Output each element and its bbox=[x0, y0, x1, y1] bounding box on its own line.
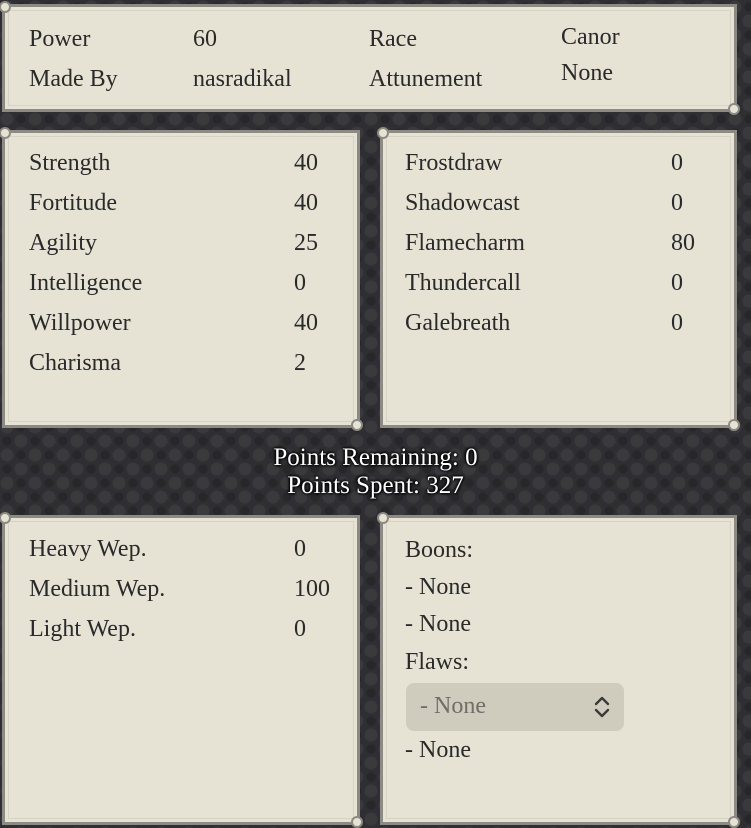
attunement-stat-value: 0 bbox=[671, 190, 683, 216]
weapon-label: Medium Wep. bbox=[29, 576, 166, 602]
stat-label: Willpower bbox=[29, 310, 131, 336]
flaws-heading: Flaws: bbox=[405, 649, 470, 675]
attunement-label: Attunement bbox=[369, 66, 483, 92]
stat-value: 40 bbox=[294, 150, 318, 176]
attunement-stat-label: Shadowcast bbox=[405, 190, 520, 216]
chevron-up-down-icon bbox=[594, 696, 610, 718]
made-by-value: nasradikal bbox=[193, 66, 292, 92]
attunement-stat-value: 0 bbox=[671, 310, 683, 336]
attunements-panel: Frostdraw 0 Shadowcast 0 Flamecharm 80 T… bbox=[377, 127, 740, 431]
points-remaining: Points Remaining: 0 bbox=[273, 444, 478, 471]
weapon-value: 100 bbox=[294, 576, 330, 602]
weapons-panel: Heavy Wep. 0 Medium Wep. 100 Light Wep. … bbox=[0, 512, 363, 828]
stat-value: 25 bbox=[294, 230, 318, 256]
stat-label: Charisma bbox=[29, 350, 121, 376]
weapon-label: Heavy Wep. bbox=[29, 536, 147, 562]
attunement-stat-label: Flamecharm bbox=[405, 230, 525, 256]
boons-heading: Boons: bbox=[405, 537, 474, 563]
stat-label: Intelligence bbox=[29, 270, 143, 296]
attunement-stat-label: Thundercall bbox=[405, 270, 521, 296]
attunement-stat-label: Galebreath bbox=[405, 310, 511, 336]
build-info-panel: Power 60 Race Canor Made By nasradikal A… bbox=[0, 1, 740, 115]
stat-value: 0 bbox=[294, 270, 306, 296]
points-spent: Points Spent: 327 bbox=[287, 472, 464, 499]
attunement-stat-value: 0 bbox=[671, 150, 683, 176]
weapon-label: Light Wep. bbox=[29, 616, 136, 642]
power-label: Power bbox=[29, 26, 91, 52]
weapon-value: 0 bbox=[294, 616, 306, 642]
flaw-item: - None bbox=[405, 737, 471, 763]
boon-item: - None bbox=[405, 574, 471, 600]
attunement-stat-label: Frostdraw bbox=[405, 150, 503, 176]
race-label: Race bbox=[369, 26, 417, 52]
boon-item: - None bbox=[405, 611, 471, 637]
race-value: Canor bbox=[561, 24, 620, 50]
made-by-label: Made By bbox=[29, 66, 118, 92]
power-value: 60 bbox=[193, 26, 217, 52]
stat-label: Strength bbox=[29, 150, 111, 176]
boons-flaws-panel: Boons: - None - None Flaws: - None - Non… bbox=[377, 512, 740, 828]
flaw-select[interactable]: - None bbox=[406, 683, 624, 731]
attunement-value: None bbox=[561, 60, 613, 86]
stat-value: 40 bbox=[294, 310, 318, 336]
attunement-stat-value: 0 bbox=[671, 270, 683, 296]
stat-value: 2 bbox=[294, 350, 306, 376]
weapon-value: 0 bbox=[294, 536, 306, 562]
stat-value: 40 bbox=[294, 190, 318, 216]
stat-label: Agility bbox=[29, 230, 98, 256]
flaw-select-value: - None bbox=[420, 693, 486, 719]
attributes-panel: Strength 40 Fortitude 40 Agility 25 Inte… bbox=[0, 127, 363, 431]
stat-label: Fortitude bbox=[29, 190, 117, 216]
attunement-stat-value: 80 bbox=[671, 230, 695, 256]
